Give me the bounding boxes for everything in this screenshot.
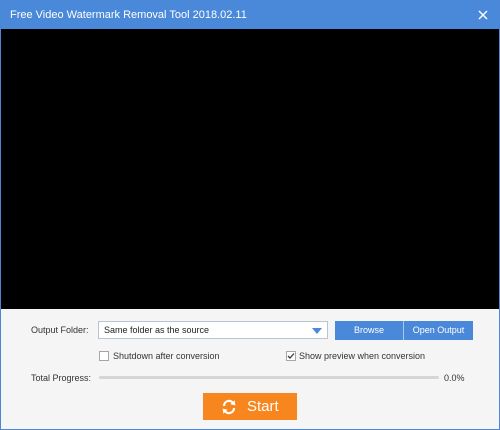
show-preview-checkbox[interactable] — [286, 351, 296, 361]
total-progress-bar — [99, 376, 439, 379]
total-progress-label: Total Progress: — [31, 373, 92, 383]
shutdown-label: Shutdown after conversion — [113, 351, 220, 361]
title-bar: Free Video Watermark Removal Tool 2018.0… — [1, 1, 499, 29]
start-label: Start — [247, 398, 279, 415]
output-folder-value: Same folder as the source — [104, 325, 210, 335]
progress-percent: 0.0% — [444, 373, 465, 383]
window-title: Free Video Watermark Removal Tool 2018.0… — [10, 9, 247, 21]
output-button-group: Browse Open Output — [335, 321, 473, 340]
output-folder-select[interactable]: Same folder as the source — [98, 321, 328, 339]
close-icon — [478, 10, 488, 20]
open-output-button[interactable]: Open Output — [404, 321, 473, 340]
start-button[interactable]: Start — [203, 393, 297, 420]
browse-button[interactable]: Browse — [335, 321, 404, 340]
checkmark-icon — [287, 353, 295, 359]
show-preview-label: Show preview when conversion — [299, 351, 426, 361]
app-window: Free Video Watermark Removal Tool 2018.0… — [0, 0, 500, 430]
output-folder-label: Output Folder: — [31, 325, 89, 335]
close-button[interactable] — [471, 3, 495, 27]
refresh-icon — [222, 399, 236, 415]
video-preview-area — [1, 29, 499, 309]
shutdown-checkbox[interactable] — [99, 351, 109, 361]
chevron-down-icon — [312, 328, 322, 334]
